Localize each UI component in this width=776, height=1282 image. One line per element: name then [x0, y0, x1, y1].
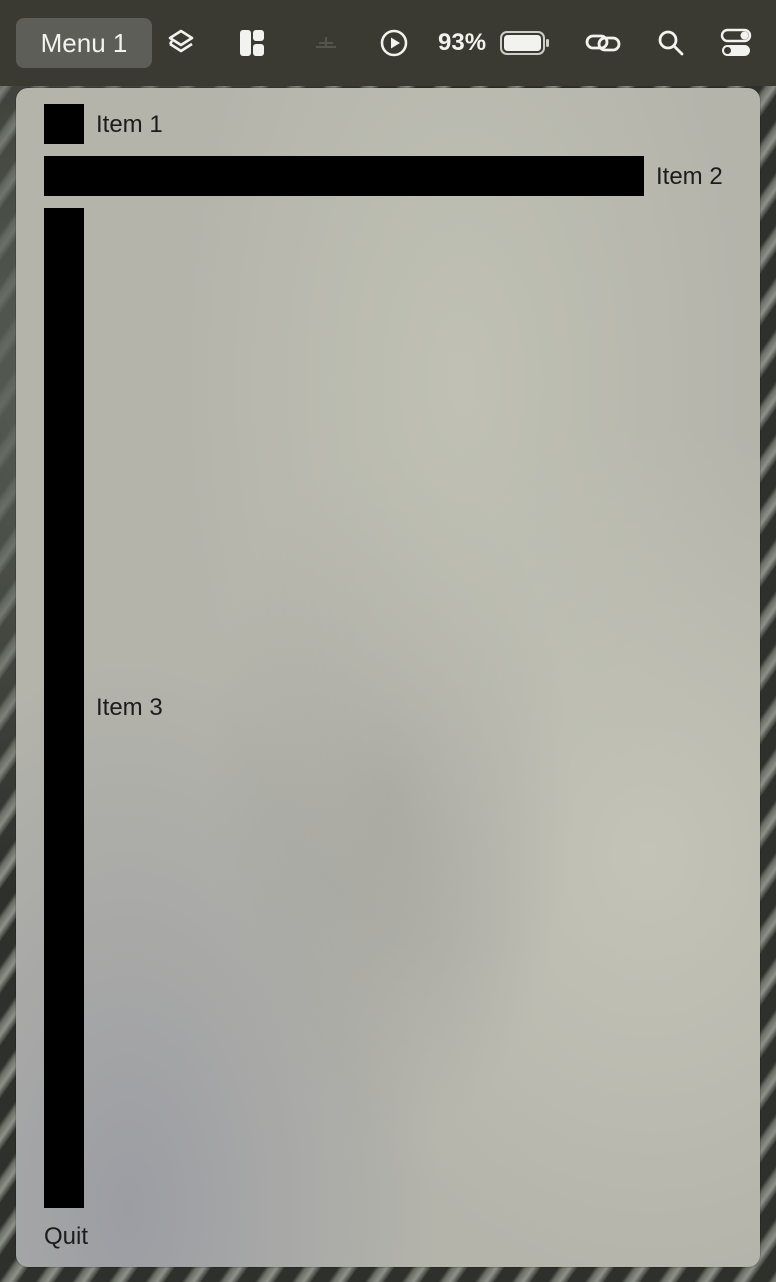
dropdown-menu: Item 1 Item 2 Item 3 Quit — [16, 88, 760, 1267]
battery-percentage[interactable]: 93% — [438, 22, 486, 64]
item-3-label: Item 3 — [96, 694, 163, 721]
menu-1-label: Menu 1 — [40, 27, 128, 58]
battery-icon[interactable] — [498, 22, 552, 64]
play-circle-icon[interactable] — [373, 22, 415, 64]
item-2-image — [44, 156, 644, 196]
layers-icon[interactable] — [160, 22, 202, 64]
quit-label: Quit — [44, 1223, 89, 1250]
control-center-toggles-icon[interactable] — [715, 22, 757, 64]
item-1-label: Item 1 — [96, 111, 163, 138]
dimmed-status-icon[interactable] — [305, 22, 347, 64]
item-1-image — [44, 104, 84, 144]
menu-bar: Menu 1 93% — [0, 0, 776, 86]
link-icon[interactable] — [582, 22, 624, 64]
quit-menu-item[interactable]: Quit — [16, 1220, 760, 1256]
layout-panels-icon[interactable] — [231, 22, 273, 64]
menu-item-2[interactable]: Item 2 — [16, 156, 760, 196]
menu-item-3[interactable]: Item 3 — [16, 208, 760, 1208]
item-2-label: Item 2 — [656, 163, 723, 190]
search-icon[interactable] — [650, 22, 692, 64]
item-3-image — [44, 208, 84, 1208]
battery-percent-text: 93% — [438, 29, 487, 56]
menu-item-1[interactable]: Item 1 — [16, 104, 760, 144]
menu-1-button[interactable]: Menu 1 — [16, 18, 152, 68]
